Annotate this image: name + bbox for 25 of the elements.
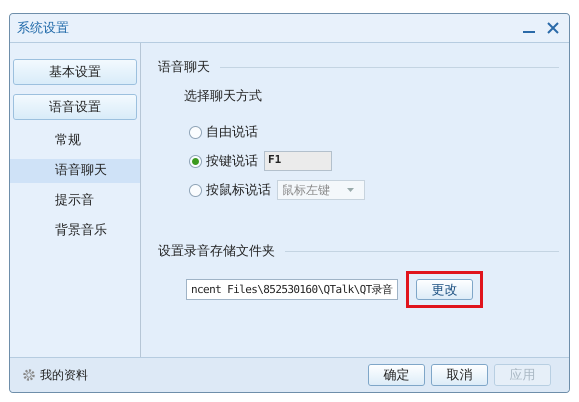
section-heading: 设置录音存储文件夹 [158, 243, 275, 260]
radio-button[interactable] [189, 184, 202, 196]
sidebar-item[interactable]: 背景音乐 [10, 219, 140, 243]
section-heading: 语音聊天 [158, 59, 210, 76]
footer-button[interactable]: 确定 [368, 364, 425, 386]
sidebar-item[interactable]: 语音聊天 [10, 159, 140, 183]
hotkey-field[interactable]: F1 [264, 151, 332, 171]
subheading: 选择聊天方式 [184, 88, 263, 105]
folder-path-field[interactable]: ncent Files\852530160\QTalk\QT录音 [186, 279, 398, 300]
sidebar-group-button[interactable]: 基本设置 [13, 59, 137, 85]
footer-button[interactable]: 取消 [431, 364, 488, 386]
close-icon[interactable] [546, 21, 560, 35]
sidebar-item[interactable]: 常规 [10, 129, 140, 153]
radio-button[interactable] [189, 126, 202, 138]
radio-label[interactable]: 按鼠标说话 [206, 181, 271, 199]
profile-link[interactable]: 我的资料 [40, 366, 88, 384]
window-title: 系统设置 [17, 20, 69, 37]
caret-icon [347, 188, 354, 192]
sidebar-group-button[interactable]: 语音设置 [13, 94, 137, 120]
radio-button[interactable] [189, 154, 202, 168]
radio-label[interactable]: 自由说话 [206, 123, 258, 141]
sidebar-item[interactable]: 提示音 [10, 189, 140, 213]
change-button[interactable]: 更改 [416, 279, 473, 300]
radio-label[interactable]: 按键说话 [206, 152, 258, 170]
gear-icon [22, 368, 36, 382]
